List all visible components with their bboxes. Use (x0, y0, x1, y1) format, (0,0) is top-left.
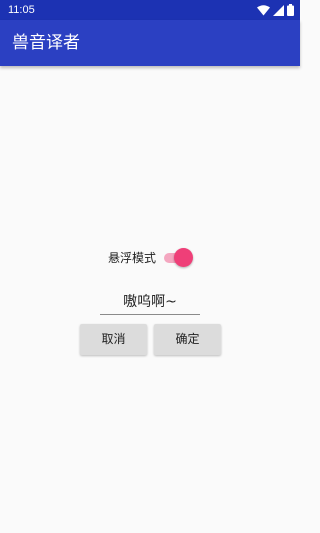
main-content: 悬浮模式 取消 确定 (0, 66, 300, 533)
animal-sound-input[interactable] (100, 288, 200, 315)
floating-mode-label: 悬浮模式 (108, 251, 157, 265)
status-bar: 11:05 (0, 0, 300, 20)
app-bar: 兽音译者 (0, 20, 300, 66)
floating-mode-switch[interactable] (164, 248, 193, 268)
cell-signal-icon (273, 4, 284, 16)
status-time: 11:05 (8, 4, 35, 16)
floating-mode-row: 悬浮模式 (0, 246, 300, 270)
status-icons (257, 3, 294, 17)
switch-thumb (174, 248, 193, 267)
input-wrapper (100, 288, 200, 316)
confirm-button[interactable]: 确定 (154, 324, 221, 355)
cancel-button[interactable]: 取消 (80, 324, 147, 355)
wifi-icon (257, 4, 270, 16)
app-title: 兽音译者 (12, 33, 80, 53)
battery-icon (287, 4, 294, 16)
